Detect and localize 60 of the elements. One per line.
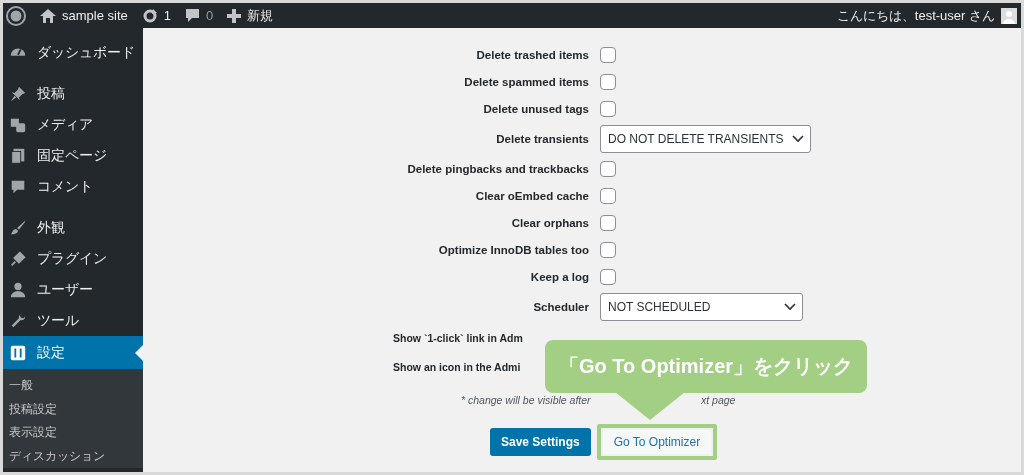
setting-label: Keep a log	[529, 270, 589, 283]
note-text: * change will be visible after	[461, 394, 592, 406]
dropdown[interactable]: NOT SCHEDULED	[600, 292, 803, 321]
setting-label: Delete unused tags	[482, 102, 589, 115]
checkbox[interactable]	[600, 214, 616, 231]
checkbox[interactable]	[600, 73, 616, 90]
checkbox[interactable]	[600, 160, 616, 177]
refresh-icon	[141, 7, 158, 24]
new-link[interactable]: 新規	[247, 6, 274, 25]
menu-item[interactable]: ツール	[3, 305, 143, 336]
comment-icon	[185, 8, 200, 23]
submenu-item[interactable]: 一般	[3, 374, 143, 398]
menu-item[interactable]: メディア	[3, 109, 143, 140]
menu-item[interactable]: 固定ページ	[3, 140, 143, 171]
menu-item[interactable]: 設定	[3, 336, 143, 369]
checkbox[interactable]	[600, 187, 616, 204]
sliders-icon	[9, 343, 27, 362]
dropdown[interactable]: DO NOT DELETE TRANSIENTS	[600, 124, 811, 153]
user-icon	[9, 280, 27, 299]
setting-label: Delete pingbacks and trackbacks	[406, 162, 589, 175]
setting-label: Delete trashed items	[475, 48, 589, 61]
chevron-icon	[784, 302, 796, 311]
setting-label: Clear oEmbed cache	[474, 189, 589, 202]
logo-icon[interactable]	[6, 5, 26, 26]
chevron-icon	[791, 134, 804, 143]
optimizer-button[interactable]: Go To Optimizer	[602, 430, 712, 454]
checkbox[interactable]	[600, 241, 616, 258]
setting-label: Delete spammed items	[463, 75, 589, 88]
save-button[interactable]: Save Settings	[490, 428, 591, 456]
submenu-item[interactable]: 表示設定	[3, 421, 143, 445]
greeting[interactable]: こんにちは、test-user さん	[836, 6, 995, 25]
pin-icon	[9, 84, 27, 103]
setting-label: Clear orphans	[510, 216, 589, 229]
setting-label: Show an icon in the Admi	[393, 360, 521, 373]
checkbox[interactable]	[600, 100, 616, 117]
home-icon	[40, 8, 56, 23]
submenu-item[interactable]: 投稿設定	[3, 397, 143, 421]
menu-item[interactable]: 外観	[3, 212, 143, 243]
menu-item[interactable]: 投稿	[3, 78, 143, 109]
brush-icon	[9, 218, 27, 237]
checkbox[interactable]	[600, 46, 616, 63]
setting-label: Optimize InnoDB tables too	[437, 243, 589, 256]
comments-count[interactable]: 0	[206, 8, 214, 23]
note-text: xt page	[701, 394, 736, 406]
menu-item[interactable]: ユーザー	[3, 274, 143, 305]
menu-item[interactable]: ダッシュボード	[3, 37, 143, 68]
site-name-link[interactable]: sample site	[62, 8, 128, 23]
setting-label: Delete transients	[495, 132, 589, 145]
setting-label: Scheduler	[532, 300, 589, 313]
callout-pointer	[615, 392, 685, 420]
setting-label: Show `1-click` link in Adm	[393, 331, 523, 344]
pages-icon	[9, 146, 27, 165]
updates-count[interactable]: 1	[163, 8, 171, 23]
menu-item[interactable]: コメント	[3, 171, 143, 202]
submenu-item[interactable]: ディスカッション	[3, 444, 143, 468]
menu-item[interactable]: プラグイン	[3, 243, 143, 274]
plus-icon	[227, 8, 242, 23]
avatar-icon[interactable]	[1001, 7, 1017, 24]
plug-icon	[9, 249, 27, 268]
checkbox[interactable]	[600, 268, 616, 285]
